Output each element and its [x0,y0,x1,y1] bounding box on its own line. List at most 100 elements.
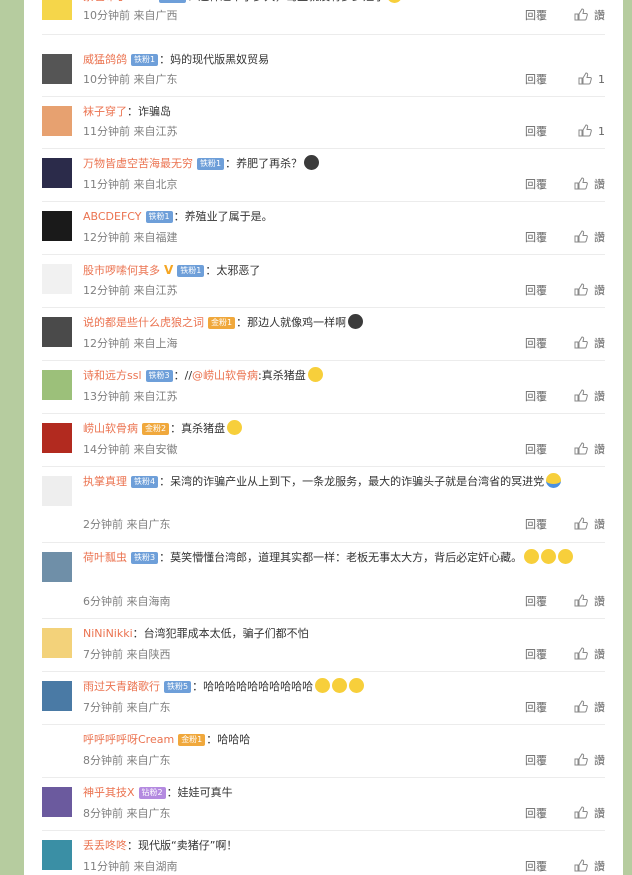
user-avatar[interactable] [42,0,72,20]
user-avatar[interactable] [42,840,72,870]
like-button[interactable]: 讚 [574,752,605,770]
reply-button[interactable]: 回覆 [525,646,547,664]
comment-body: ：诈骗岛 [127,105,171,118]
comment-body: ：哈哈哈 [206,733,251,746]
user-avatar[interactable] [42,787,72,817]
username-link[interactable]: 神乎其技X [83,786,135,799]
emoji-icon [524,549,540,564]
user-avatar[interactable] [42,264,72,294]
like-button[interactable]: 讚 [574,516,605,534]
fan-badge: 金粉1 [178,734,206,746]
reply-button[interactable]: 回覆 [525,71,547,89]
reply-button[interactable]: 回覆 [525,805,547,823]
comment-text-line: NiNiNikki：台湾犯罪成本太低，骗子们都不怕 [83,625,605,643]
username-link[interactable]: 紫色布丁1101 [83,0,155,3]
reply-button[interactable]: 回覆 [525,858,547,875]
thumbs-up-icon [574,230,594,244]
user-avatar[interactable] [42,106,72,136]
comment-location: 来自江苏 [133,390,178,403]
comment-item: 丢丢咚咚：现代版“卖猪仔”啊！ 11分钟前 来自湖南 回覆 讚 [42,830,605,875]
like-button[interactable]: 讚 [574,593,605,611]
comment-time: 6分钟前 [83,595,123,608]
comment-item: 荷叶瓢虫 铁粉3 ：莫笑懵懂台湾郎，道理其实都一样：老板无事太大方，背后必定奸心藏。… [42,542,605,619]
reply-button[interactable]: 回覆 [525,282,547,300]
reply-button[interactable]: 回覆 [525,699,547,717]
like-button[interactable]: 讚 [574,699,605,717]
like-button[interactable]: 讚 [574,229,605,247]
user-avatar[interactable] [42,211,72,241]
thumbs-up-icon [574,517,594,531]
thumbs-up-icon [574,442,594,456]
reply-button[interactable]: 回覆 [525,229,547,247]
username-link[interactable]: 呼呼呼呼呀Cream [83,733,174,746]
mention-link[interactable]: @崂山软骨病 [192,369,258,382]
reply-button[interactable]: 回覆 [525,7,547,25]
comment-text-line: 说的都是些什么虎狼之词 金粉1 ：那边人就像鸡一样啊 [83,314,605,332]
comment-text-line: 执掌真理 铁粉4 ：呆湾的诈骗产业从上到下，一条龙服务，最大的诈骗头子就是台湾省的冥… [83,471,605,493]
comment-body: ：这样过不了多久，岛上就没有多少娃了 [187,0,385,3]
username-link[interactable]: 威猛鸽鸽 [83,53,127,66]
user-avatar[interactable] [42,476,72,506]
comment-text-line: 威猛鸽鸽 铁粉1 ：妈的现代版黑奴贸易 [83,51,605,69]
comment-meta: 12分钟前 来自上海 回覆 讚 [83,335,605,353]
user-avatar[interactable] [42,423,72,453]
like-button[interactable]: 讚 [574,441,605,459]
username-link[interactable]: 执掌真理 [83,475,127,488]
comment-body: ：养肥了再杀？ [225,157,303,170]
user-avatar[interactable] [42,317,72,347]
user-avatar[interactable] [42,370,72,400]
username-link[interactable]: 崂山软骨病 [83,422,138,435]
like-count: 讚 [594,178,605,191]
reply-button[interactable]: 回覆 [525,388,547,406]
username-link[interactable]: 诗和远方ssl [83,369,142,382]
username-link[interactable]: 万物皆虚空苦海最无穷 [83,157,193,170]
thumbs-up-icon [574,177,594,191]
user-avatar[interactable] [42,628,72,658]
reply-button[interactable]: 回覆 [525,176,547,194]
like-button[interactable]: 讚 [574,388,605,406]
username-link[interactable]: 雨过天青踏歌行 [83,680,160,693]
reply-button[interactable]: 回覆 [525,752,547,770]
reply-button[interactable]: 回覆 [525,123,547,141]
reply-button[interactable]: 回覆 [525,516,547,534]
comment-text-line: 荷叶瓢虫 铁粉3 ：莫笑懵懂台湾郎，道理其实都一样：老板无事太大方，背后必定奸心藏。 [83,547,605,569]
like-count: 讚 [594,390,605,403]
reply-button[interactable]: 回覆 [525,335,547,353]
comment-time: 14分钟前 [83,443,130,456]
emoji-icon [227,420,243,435]
user-avatar[interactable] [42,734,72,764]
user-avatar[interactable] [42,158,72,188]
username-link[interactable]: 股市啰嗦何其多 [83,264,160,277]
emoji-icon [558,549,574,564]
username-link[interactable]: NiNiNikki [83,627,133,640]
comment-meta: 11分钟前 来自北京 回覆 讚 [83,176,605,194]
username-link[interactable]: 袜子穿了 [83,105,127,118]
username-link[interactable]: ABCDEFCY [83,210,142,223]
thumbs-up-icon [574,389,594,403]
fan-badge: 铁粉1 [197,158,225,170]
like-button[interactable]: 1 [578,123,605,141]
comment-item: 万物皆虚空苦海最无穷 铁粉1 ：养肥了再杀？ 11分钟前 来自北京 回覆 讚 [42,148,605,202]
username-link[interactable]: 荷叶瓢虫 [83,551,127,564]
emoji-icon [541,549,557,564]
like-button[interactable]: 讚 [574,176,605,194]
username-link[interactable]: 丢丢咚咚 [83,839,127,852]
comment-body: ：呆湾的诈骗产业从上到下，一条龙服务，最大的诈骗头子就是台湾省的冥进党 [159,475,545,488]
like-button[interactable]: 讚 [574,282,605,300]
user-avatar[interactable] [42,552,72,582]
like-button[interactable]: 讚 [574,7,605,25]
username-link[interactable]: 说的都是些什么虎狼之词 [83,316,204,329]
user-avatar[interactable] [42,681,72,711]
reply-button[interactable]: 回覆 [525,593,547,611]
like-button[interactable]: 1 [578,71,605,89]
comment-panel: 紫色布丁1101铁粉1：这样过不了多久，岛上就没有多少娃了10分钟前 来自广西回… [24,0,623,875]
user-avatar[interactable] [42,54,72,84]
like-button[interactable]: 讚 [574,335,605,353]
like-button[interactable]: 讚 [574,805,605,823]
like-button[interactable]: 讚 [574,858,605,875]
like-count: 讚 [594,443,605,456]
comment-body: ：莫笑懵懂台湾郎，道理其实都一样：老板无事太大方，背后必定奸心藏。 [159,551,523,564]
comment-location: 来自安徽 [133,443,178,456]
like-button[interactable]: 讚 [574,646,605,664]
reply-button[interactable]: 回覆 [525,441,547,459]
